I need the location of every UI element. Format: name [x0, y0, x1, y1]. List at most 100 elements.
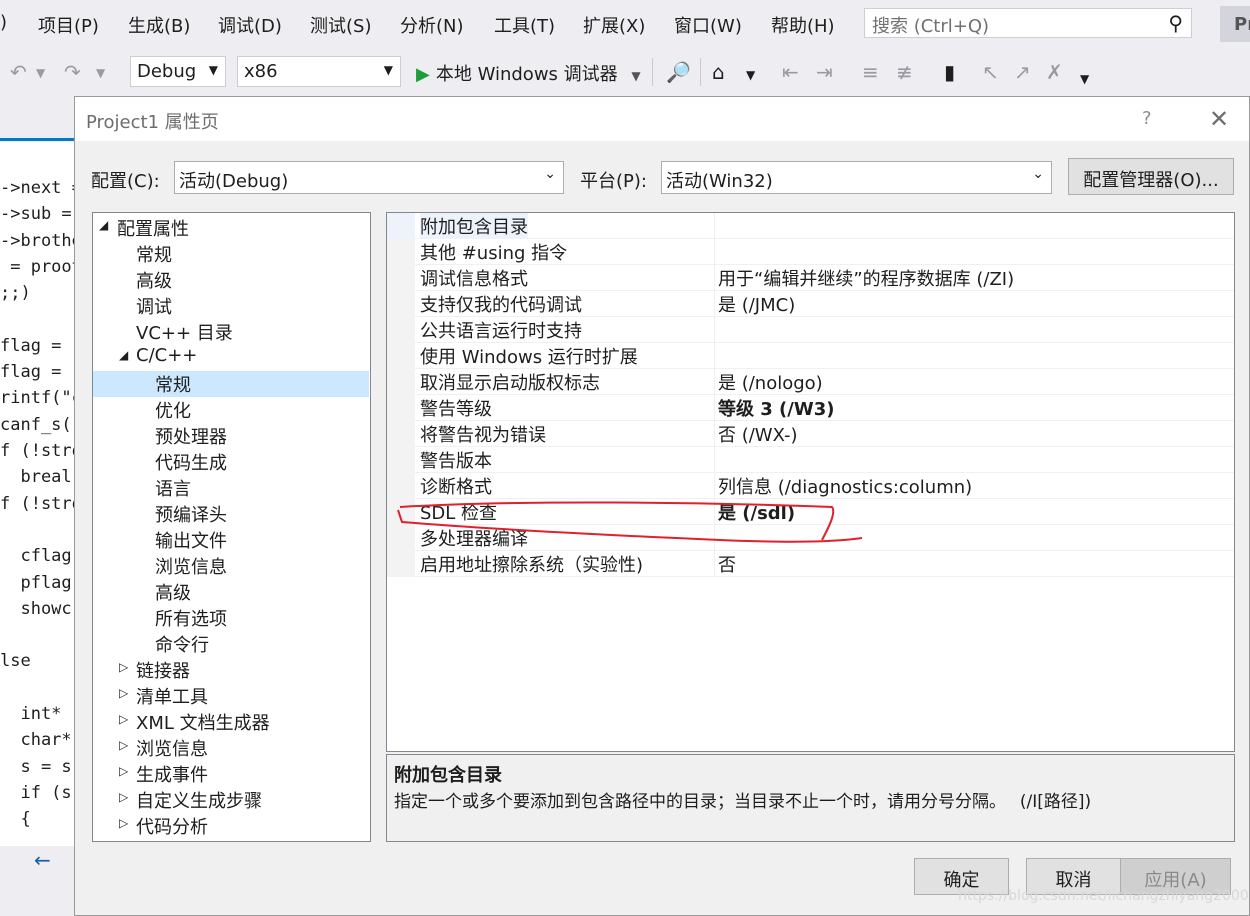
menu-project[interactable]: 项目(P): [38, 12, 99, 38]
undo-icon[interactable]: ↶: [10, 60, 27, 84]
tree-collapsed-icon[interactable]: ▷: [119, 816, 128, 830]
property-value[interactable]: 否 (/WX-): [718, 421, 798, 447]
tree-node[interactable]: 代码生成: [93, 449, 369, 475]
tree-node[interactable]: 输出文件: [93, 527, 369, 553]
help-icon[interactable]: ?: [1142, 108, 1152, 129]
tree-node[interactable]: 高级: [93, 267, 369, 293]
undo-dropdown-icon[interactable]: ▼: [36, 66, 45, 80]
tree-expanded-icon[interactable]: ◢: [119, 348, 128, 362]
tree-node[interactable]: 常规: [93, 241, 369, 267]
search-input[interactable]: 搜索 (Ctrl+Q) ⚲: [864, 8, 1192, 38]
next-bookmark-icon[interactable]: ↗: [1014, 60, 1031, 84]
property-row[interactable]: 调试信息格式 用于“编辑并继续”的程序数据库 (/ZI): [387, 265, 1234, 291]
tree-collapsed-icon[interactable]: ▷: [119, 660, 128, 674]
code-editor[interactable]: ->next = ->sub = ->brothe = proot;;) flag =…: [0, 142, 74, 852]
comment-icon[interactable]: ≡: [862, 60, 879, 84]
menu-test[interactable]: 测试(S): [310, 12, 371, 38]
tree-node[interactable]: ◢ 配置属性: [93, 215, 369, 241]
tree-node-label: 预编译头: [155, 505, 227, 526]
tree-node[interactable]: 浏览信息: [93, 553, 369, 579]
tree-collapsed-icon[interactable]: ▷: [119, 790, 128, 804]
property-value[interactable]: 等级 3 (/W3): [718, 395, 834, 421]
row-gutter: [387, 369, 415, 395]
config-manager-button[interactable]: 配置管理器(O)...: [1068, 158, 1234, 195]
column-divider: [714, 395, 715, 421]
property-row[interactable]: 其他 #using 指令: [387, 239, 1234, 265]
property-row[interactable]: 警告等级 等级 3 (/W3): [387, 395, 1234, 421]
property-row[interactable]: 附加包含目录: [387, 213, 1234, 239]
dropdown-icon[interactable]: ▼: [746, 68, 755, 82]
navigate-back-icon[interactable]: ←: [34, 848, 51, 872]
search-icon: ⚲: [1168, 11, 1183, 35]
home-icon[interactable]: ⌂: [712, 60, 725, 84]
property-row[interactable]: 支持仅我的代码调试 是 (/JMC): [387, 291, 1234, 317]
tree-expanded-icon[interactable]: ◢: [99, 218, 108, 232]
close-icon[interactable]: ✕: [1209, 105, 1229, 133]
tree-node[interactable]: ▷ 自定义生成步骤: [93, 787, 369, 813]
tree-node[interactable]: VC++ 目录: [93, 319, 369, 345]
tree-node[interactable]: ◢ C/C++: [93, 345, 369, 371]
property-row[interactable]: 将警告视为错误 否 (/WX-): [387, 421, 1234, 447]
tree-node[interactable]: ▷ 浏览信息: [93, 735, 369, 761]
redo-dropdown-icon[interactable]: ▼: [96, 66, 105, 80]
property-value[interactable]: 列信息 (/diagnostics:column): [718, 473, 972, 499]
menu-help[interactable]: 帮助(H): [771, 12, 835, 38]
property-value[interactable]: 是 (/JMC): [718, 291, 795, 317]
tree-node[interactable]: 优化: [93, 397, 369, 423]
tree-node[interactable]: 常规: [93, 371, 369, 397]
platform-select[interactable]: 活动(Win32) ⌄: [661, 161, 1052, 194]
menu-window[interactable]: 窗口(W): [674, 12, 742, 38]
indent-icon[interactable]: ⇥: [816, 60, 833, 84]
menu-tools[interactable]: 工具(T): [494, 12, 555, 38]
property-row[interactable]: 使用 Windows 运行时扩展: [387, 343, 1234, 369]
menu-debug[interactable]: 调试(D): [218, 12, 282, 38]
overflow-icon[interactable]: ▼: [1080, 72, 1089, 86]
tree-node[interactable]: ▷ 清单工具: [93, 683, 369, 709]
tree-node[interactable]: 语言: [93, 475, 369, 501]
property-name: 警告版本: [420, 451, 492, 472]
property-row[interactable]: 警告版本: [387, 447, 1234, 473]
tree-node[interactable]: 高级: [93, 579, 369, 605]
clear-bookmarks-icon[interactable]: ✗: [1046, 60, 1063, 84]
tree-node[interactable]: ▷ XML 文档生成器: [93, 709, 369, 735]
menu-build[interactable]: 生成(B): [128, 12, 190, 38]
platform-combo[interactable]: x86 ▼: [237, 56, 401, 87]
property-row[interactable]: SDL 检查 是 (/sdl): [387, 499, 1234, 525]
redo-icon[interactable]: ↷: [64, 60, 81, 84]
solution-config-combo[interactable]: Debug ▼: [130, 56, 226, 87]
tree-node[interactable]: ▷ 代码分析: [93, 813, 369, 839]
editor-navigation-bar: ←: [0, 846, 74, 878]
menu-extensions[interactable]: 扩展(X): [583, 12, 645, 38]
property-value[interactable]: 否: [718, 551, 736, 577]
property-value[interactable]: 是 (/sdl): [718, 499, 795, 525]
property-value[interactable]: 是 (/nologo): [718, 369, 823, 395]
prev-bookmark-icon[interactable]: ↖: [982, 60, 999, 84]
uncomment-icon[interactable]: ≢: [896, 60, 913, 84]
property-row[interactable]: 取消显示启动版权标志 是 (/nologo): [387, 369, 1234, 395]
find-in-files-icon[interactable]: 🔎: [666, 60, 691, 84]
property-value[interactable]: 用于“编辑并继续”的程序数据库 (/ZI): [718, 265, 1014, 291]
bookmark-icon[interactable]: ▮: [944, 60, 955, 84]
tree-collapsed-icon[interactable]: ▷: [119, 764, 128, 778]
tree-node[interactable]: 所有选项: [93, 605, 369, 631]
toolbar-separator: [700, 58, 701, 86]
tree-collapsed-icon[interactable]: ▷: [119, 712, 128, 726]
tree-node[interactable]: 命令行: [93, 631, 369, 657]
start-debugger-button[interactable]: ▶ 本地 Windows 调试器 ▼: [416, 60, 641, 86]
tree-collapsed-icon[interactable]: ▷: [119, 686, 128, 700]
profile-badge[interactable]: Pr: [1220, 6, 1250, 42]
config-select[interactable]: 活动(Debug) ⌄: [174, 161, 564, 194]
property-row[interactable]: 诊断格式 列信息 (/diagnostics:column): [387, 473, 1234, 499]
tree-collapsed-icon[interactable]: ▷: [119, 738, 128, 752]
outdent-icon[interactable]: ⇤: [782, 60, 799, 84]
menu-analyze[interactable]: 分析(N): [400, 12, 464, 38]
tree-node[interactable]: 调试: [93, 293, 369, 319]
tree-node[interactable]: 预处理器: [93, 423, 369, 449]
property-row[interactable]: 公共语言运行时支持: [387, 317, 1234, 343]
property-row[interactable]: 启用地址擦除系统（实验性) 否: [387, 551, 1234, 577]
tree-node[interactable]: ▷ 链接器: [93, 657, 369, 683]
code-line: {: [0, 809, 31, 830]
tree-node[interactable]: ▷ 生成事件: [93, 761, 369, 787]
property-row[interactable]: 多处理器编译: [387, 525, 1234, 551]
tree-node[interactable]: 预编译头: [93, 501, 369, 527]
